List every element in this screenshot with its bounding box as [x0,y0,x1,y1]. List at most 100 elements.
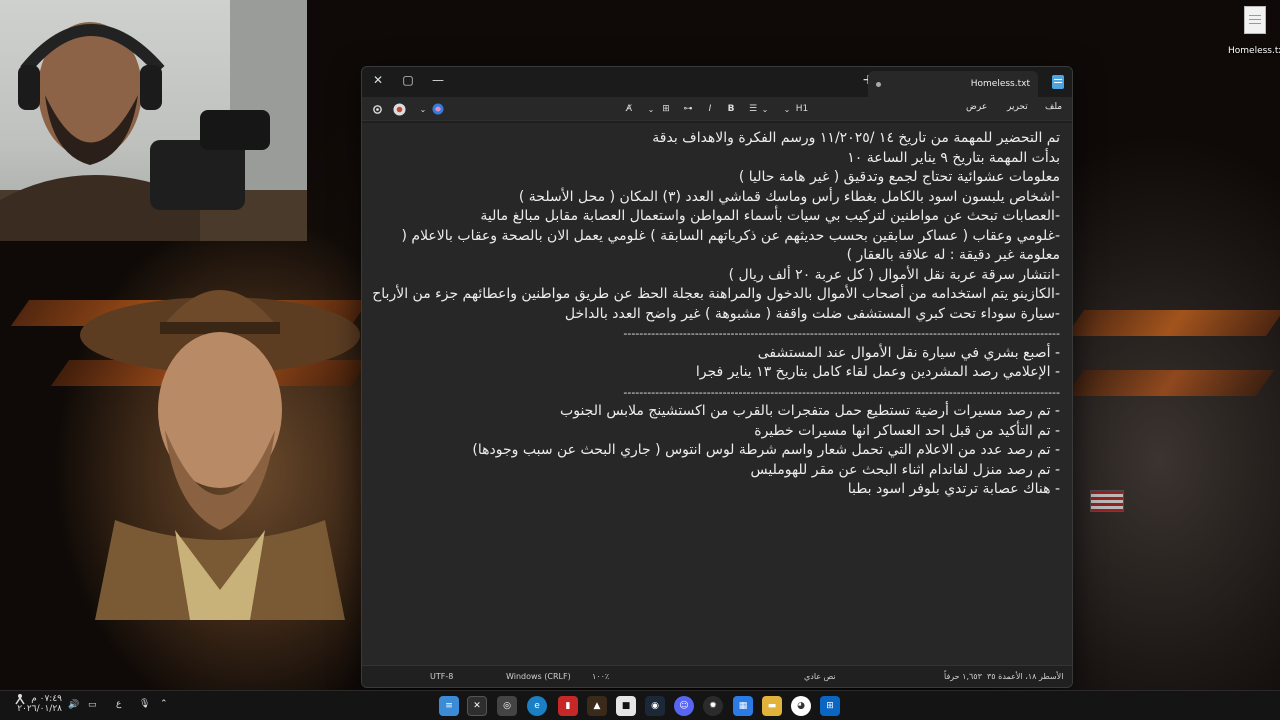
app-icon: ▮ [565,701,571,711]
maximize-button[interactable]: ▢ [394,69,422,91]
desktop-file-icon[interactable]: Homeless.txt [1228,6,1280,57]
microphone-button[interactable]: 🎙 [139,699,150,709]
chrome-icon: ◕ [797,701,805,711]
chevron-down-icon: ⌄ [419,104,427,114]
heading-dropdown[interactable]: ⌄ [782,101,792,117]
taskbar-app-5[interactable]: ▮ [558,696,578,716]
chevron-down-icon: ⌄ [647,104,655,114]
list-button[interactable]: ☰ [746,101,760,117]
rewrite-dropdown[interactable]: ⌄ [646,101,656,117]
bold-button[interactable]: B [724,101,738,117]
xbox-icon: ✕ [473,701,481,711]
taskbar-edge[interactable]: e [527,696,547,716]
triangle-icon: ▲ [593,701,601,711]
minimize-button[interactable]: — [424,69,452,91]
start-button[interactable]: ⊞ [820,696,840,716]
taskbar-store[interactable]: ▦ [733,696,753,716]
chevron-up-icon: ⌃ [160,699,168,709]
notepad-icon: ≡ [445,701,453,711]
document-line: - هناك عصابة ترتدي بلوفر اسود بطبا [847,481,1060,497]
rewrite-button[interactable]: A̸ [622,101,636,117]
link-icon: ⊶ [683,104,693,114]
tab-homeless-txt[interactable]: Homeless.txt [868,71,1038,97]
table-icon: ⊞ [662,104,670,114]
globe-icon: ◎ [503,701,511,711]
bold-icon: B [727,104,735,114]
volume-button[interactable]: 🔊 [68,700,79,710]
wallpaper-stripe [1065,370,1275,396]
speaker-icon: 🔊 [68,700,80,710]
document-line: - تم رصد عدد من الاعلام التي تحمل شعار و… [472,442,1060,458]
document-line: ----------------------------------------… [623,327,1060,340]
zoom-indicator[interactable]: ١٠٠٪ [592,672,609,681]
document-line: -العصابات تبحث عن مواطنين لتركيب بي سيات… [480,208,1060,224]
taskbar-app-6[interactable]: ▲ [587,696,607,716]
italic-button[interactable]: I [703,101,717,117]
taskbar-chrome[interactable]: ◕ [791,696,811,716]
clock[interactable]: ٠٧:٤٩ م ٢٠٢٦/٠١/٢٨ [17,694,62,714]
copilot-button[interactable] [431,101,445,117]
close-icon: ✕ [372,73,384,87]
language-indicator[interactable]: ع [116,699,121,709]
document-line: بدأت المهمة بتاريخ ٩ يناير الساعة ١٠ [847,149,1060,166]
taskbar-app-7[interactable]: ■ [616,696,636,716]
close-button[interactable]: ✕ [364,69,392,91]
taskbar-steam[interactable]: ◉ [645,696,665,716]
notepad-app-icon [1052,75,1064,89]
taskbar-discord[interactable]: ☺ [674,696,694,716]
settings-button[interactable] [370,101,384,117]
table-button[interactable]: ⊞ [659,101,673,117]
taskbar-xbox[interactable]: ✕ [467,696,487,716]
title-bar: ✕ ▢ — + Homeless.txt [362,67,1072,97]
spellcheck-icon: A̸ [625,104,633,114]
taskbar-app-3[interactable]: ◎ [497,696,517,716]
chevron-down-icon: ⌄ [761,104,769,114]
text-file-icon [1244,6,1266,34]
encoding-indicator[interactable]: UTF-8 [430,672,453,681]
wallpaper-flag-patch [1090,490,1124,512]
text-editor[interactable]: تم التحضير للمهمة من تاريخ ١٤ /١١/٢٠٢٥ و… [362,123,1072,665]
document-line: -غلومي وعقاب ( عساكر سابقين بحسب حديثهم … [397,227,1061,264]
taskbar: ٠٧:٤٩ م ٢٠٢٦/٠١/٢٨ 🔊 ▭ ع 🎙 ⌃ ≡ ✕ ◎ e ▮ ▲… [0,690,1280,720]
square-icon: ■ [621,701,631,711]
taskbar-file-explorer[interactable]: ▬ [762,696,782,716]
document-line: - تم التأكيد من قبل احد العساكر انها مسي… [754,422,1060,439]
notepad-window: ✕ ▢ — + Homeless.txt ⌄ A̸ ⌄ ⊞ [361,66,1073,688]
document-line: تم التحضير للمهمة من تاريخ ١٤ /١١/٢٠٢٥ و… [652,130,1060,146]
network-button[interactable]: ▭ [88,700,97,710]
network-icon: ▭ [88,700,97,710]
account-button[interactable] [392,101,406,117]
menu-edit[interactable]: تحرير [1007,102,1028,112]
copilot-dropdown[interactable]: ⌄ [418,101,428,117]
menu-file[interactable]: ملف [1045,102,1062,112]
steam-icon: ◉ [651,701,659,711]
link-button[interactable]: ⊶ [681,101,695,117]
minimize-icon: — [432,73,444,87]
document-line: - تم رصد مسيرات أرضية تستطيع حمل متفجرات… [560,403,1060,419]
edge-icon: e [534,701,540,711]
document-line: - الإعلامي رصد المشردين وعمل لقاء كامل ب… [695,364,1060,380]
heading-button[interactable]: H1 [794,101,810,117]
taskbar-notepad[interactable]: ≡ [439,696,459,716]
taskbar-app-10[interactable]: ✹ [703,696,723,716]
document-line: - تم رصد منزل لفاندام اثناء البحث عن مقر… [750,461,1060,478]
clock-time: ٠٧:٤٩ م [31,694,62,704]
list-dropdown[interactable]: ⌄ [760,101,770,117]
status-bar: UTF-8 Windows (CRLF) ١٠٠٪ نص عادي ١,٦٥٣ … [362,665,1072,687]
chevron-down-icon: ⌄ [783,104,791,114]
avatar-icon [392,102,406,116]
microphone-icon: 🎙 [139,699,151,709]
gear-icon [372,104,382,114]
toolbar: ⌄ A̸ ⌄ ⊞ ⊶ I B ☰ ⌄ ⌄ H1 عرض تحرير ملف [362,97,1072,121]
wallpaper-stripe [1065,310,1280,336]
format-indicator[interactable]: نص عادي [804,672,836,681]
menu-view[interactable]: عرض [966,102,987,112]
copilot-icon [432,103,444,115]
discord-icon: ☺ [679,701,689,711]
document-line: ----------------------------------------… [623,385,1060,399]
unsaved-dot-icon [876,81,881,87]
gear-icon: ✹ [709,701,717,711]
line-ending-indicator[interactable]: Windows (CRLF) [506,672,571,681]
bullet-list-icon: ☰ [748,104,758,114]
show-hidden-icons-button[interactable]: ⌃ [160,699,168,709]
